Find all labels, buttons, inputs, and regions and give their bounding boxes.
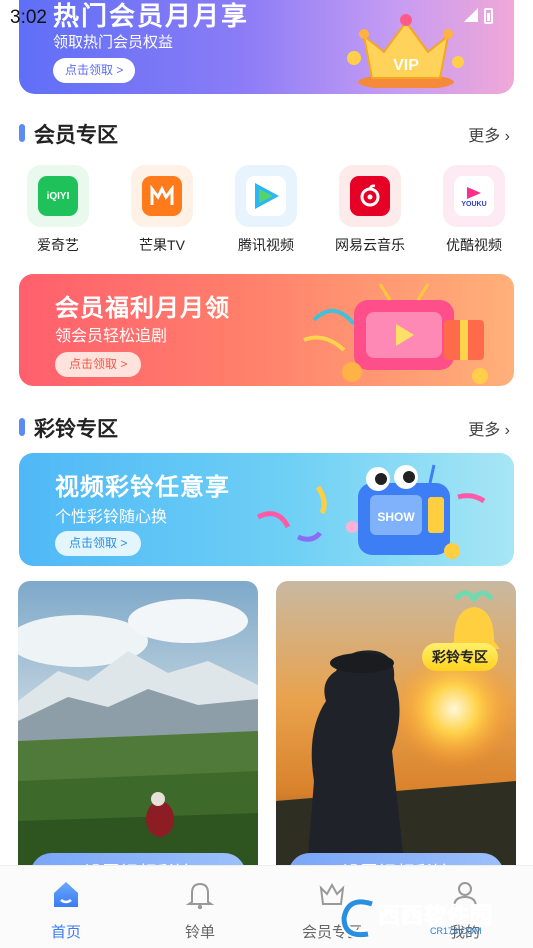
benefit-banner-subtitle: 领会员轻松追剧 [55,328,168,345]
app-tile: iQIYI [27,165,89,227]
ringtone-section-title: 彩铃专区 [34,418,118,441]
top-banner[interactable]: 热门会员月月享 领取热门会员权益 点击领取 > VIP [19,0,514,94]
tv-gift-illustration [303,283,488,384]
app-tile [339,165,401,227]
status-time: 3:02 [10,7,47,28]
app-name: 芒果TV [139,237,185,253]
ringtone-card-2[interactable]: 彩铃专区 设置视频彩铃 [276,581,516,865]
video-banner-claim-button[interactable]: 点击领取 > [55,531,142,556]
set-video-ringtone-button[interactable]: 设置视频彩铃 [288,853,504,865]
signal-icon [464,8,478,22]
status-icons [464,8,493,24]
youku-logo-icon: YOUKU [454,176,494,216]
app-netease-music[interactable]: 网易云音乐 [325,165,415,255]
iqiyi-logo-icon: iQIYI [38,176,78,216]
tab-label: 铃单 [184,924,215,941]
robot-screen-text: SHOW [377,510,415,524]
mangotv-logo-icon [142,176,182,216]
netease-music-logo-icon [350,176,390,216]
member-section-header: 会员专区 更多 › [19,118,514,148]
benefit-banner[interactable]: 会员福利月月领 领会员轻松追剧 点击领取 > [19,274,514,386]
top-banner-title: 热门会员月月享 [53,1,250,31]
app-tile: YOUKU [443,165,505,227]
robot-tv-illustration: SHOW [256,464,486,559]
tab-label: 首页 [50,924,81,941]
bell-icon [185,882,215,910]
ringtone-tag-label: 彩铃专区 [422,643,498,671]
member-section-title: 会员专区 [34,124,118,147]
battery-icon [484,8,493,24]
app-tile [235,165,297,227]
youku-logo-text: YOUKU [461,200,487,208]
tencent-video-logo-icon [246,176,286,216]
app-youku[interactable]: YOUKU 优酷视频 [429,165,519,255]
ringtone-card-1[interactable]: 设置视频彩铃 [18,581,258,865]
ringtone-tag-badge: 彩铃专区 [422,585,516,681]
member-section-more-link[interactable]: 更多 › [468,122,510,146]
section-marker [19,418,25,436]
top-banner-subtitle: 领取热门会员权益 [53,34,174,51]
app-name: 网易云音乐 [335,237,405,253]
section-marker [19,124,25,142]
app-name: 优酷视频 [446,237,502,253]
video-banner-title: 视频彩铃任意享 [55,474,230,501]
landscape-image [18,581,258,865]
set-video-ringtone-button[interactable]: 设置视频彩铃 [30,853,246,865]
video-banner-subtitle: 个性彩铃随心换 [55,509,168,526]
app-tencent-video[interactable]: 腾讯视频 [221,165,311,255]
benefit-banner-title: 会员福利月月领 [55,295,230,322]
ringtone-section-header: 彩铃专区 更多 › [19,412,514,442]
home-scroll[interactable]: 3:02 热门会员月月享 领取热门会员权益 点击领取 > VIP 会员专区 更多… [0,0,533,865]
site-watermark: 西西软件园 CR173.COM [338,896,513,940]
video-ringtone-banner[interactable]: 视频彩铃任意享 个性彩铃随心换 点击领取 > SHOW [19,453,514,566]
top-banner-claim-button[interactable]: 点击领取 > [53,58,136,83]
app-iqiyi[interactable]: iQIYI 爱奇艺 [13,165,103,255]
member-app-grid: iQIYI 爱奇艺 芒果TV 腾讯视频 网易云音乐 YOUKU 优酷视频 [0,165,533,265]
app-mangotv[interactable]: 芒果TV [117,165,207,255]
app-name: 爱奇艺 [37,237,79,253]
app-tile [131,165,193,227]
benefit-banner-claim-button[interactable]: 点击领取 > [55,352,142,377]
vip-crown-illustration: VIP [347,14,464,88]
vip-badge-text: VIP [393,57,419,74]
tab-home[interactable]: 首页 [26,878,106,942]
watermark-subtext: CR173.COM [430,926,482,936]
tab-ringlist[interactable]: 铃单 [160,878,240,942]
ringtone-section-more-link[interactable]: 更多 › [468,416,510,440]
app-name: 腾讯视频 [238,237,294,253]
home-icon [54,882,78,907]
